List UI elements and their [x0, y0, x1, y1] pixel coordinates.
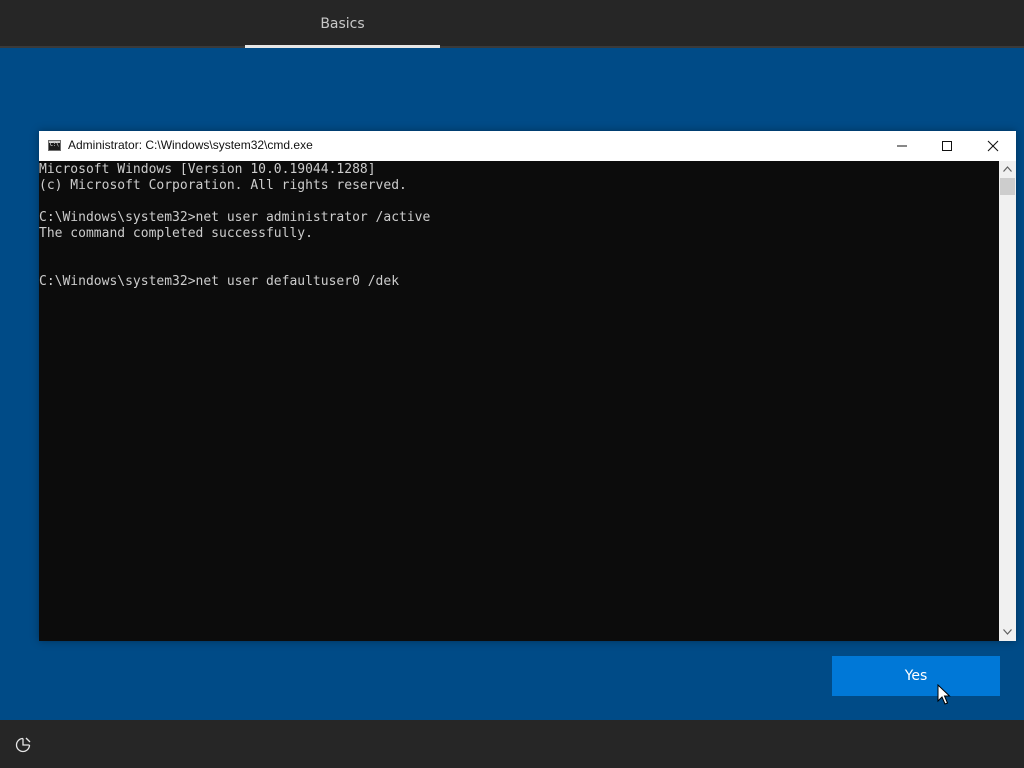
- chevron-up-icon: [1003, 166, 1012, 172]
- maximize-icon: [942, 141, 952, 151]
- console-line: C:\Windows\system32>net user administrat…: [39, 210, 431, 225]
- tab-basics-underline: [245, 45, 440, 48]
- cmd-window-title: Administrator: C:\Windows\system32\cmd.e…: [68, 138, 313, 152]
- scroll-up-button[interactable]: [999, 161, 1016, 178]
- chevron-down-icon: [1003, 629, 1012, 635]
- yes-button[interactable]: Yes: [832, 656, 1000, 696]
- mouse-pointer-icon: [937, 684, 951, 705]
- console-output[interactable]: Microsoft Windows [Version 10.0.19044.12…: [39, 161, 999, 641]
- tab-basics[interactable]: Basics: [245, 0, 440, 46]
- close-icon: [987, 140, 999, 152]
- cmd-window[interactable]: Administrator: C:\Windows\system32\cmd.e…: [39, 131, 1016, 641]
- cmd-app-icon: [48, 140, 61, 151]
- scrollbar-thumb[interactable]: [1000, 178, 1015, 195]
- minimize-button[interactable]: [879, 131, 925, 160]
- console-line: Microsoft Windows [Version 10.0.19044.12…: [39, 162, 376, 177]
- scroll-down-button[interactable]: [999, 624, 1016, 641]
- close-button[interactable]: [970, 131, 1016, 160]
- console-input-line[interactable]: C:\Windows\system32>net user defaultuser…: [39, 274, 430, 290]
- bottom-bar: [0, 720, 1024, 768]
- ease-of-access-icon[interactable]: [14, 736, 32, 754]
- top-bar: Basics: [0, 0, 1024, 48]
- cmd-titlebar[interactable]: Administrator: C:\Windows\system32\cmd.e…: [39, 131, 1016, 161]
- console-line: The command completed successfully.: [39, 226, 313, 241]
- console-scrollbar[interactable]: [999, 161, 1016, 641]
- console-line: (c) Microsoft Corporation. All rights re…: [39, 178, 407, 193]
- minimize-icon: [897, 145, 907, 147]
- maximize-button[interactable]: [924, 131, 970, 160]
